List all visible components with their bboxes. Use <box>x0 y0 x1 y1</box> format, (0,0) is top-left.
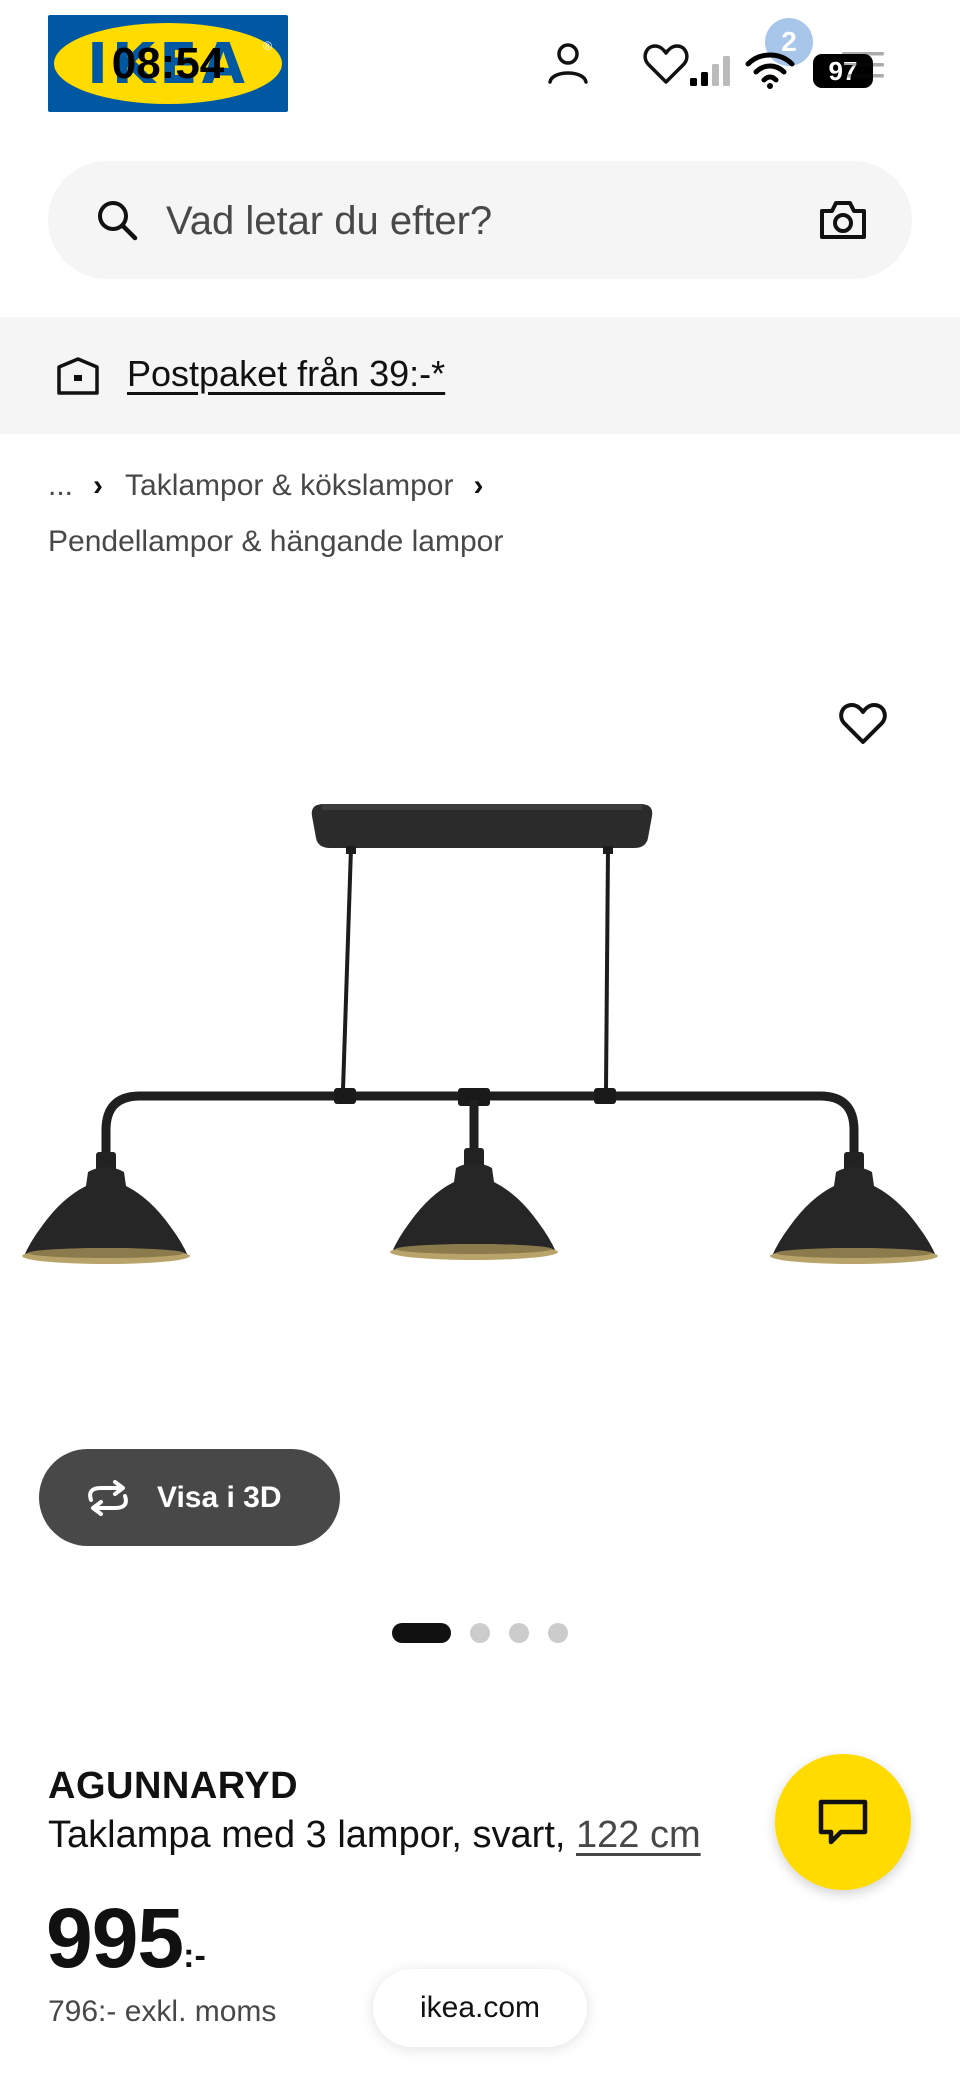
cellular-signal-icon <box>690 56 730 86</box>
carousel-dot-3[interactable] <box>509 1623 529 1643</box>
lamp-shade-middle <box>390 1148 558 1260</box>
breadcrumb-ellipsis[interactable]: ... <box>48 469 73 503</box>
view-in-3d-label: Visa i 3D <box>157 1480 282 1514</box>
breadcrumb-item-pendant-lamps[interactable]: Pendellampor & hängande lampor <box>48 525 503 559</box>
product-image[interactable] <box>0 790 960 1450</box>
view-in-3d-button[interactable]: Visa i 3D <box>39 1449 340 1546</box>
search-icon <box>98 201 138 241</box>
product-description-text: Taklampa med 3 lampor, svart, <box>48 1814 566 1856</box>
user-icon[interactable] <box>542 38 594 90</box>
promo-banner[interactable]: Postpaket från 39:-* <box>0 317 960 434</box>
price-suffix: :- <box>183 1937 206 1975</box>
camera-icon[interactable] <box>818 197 868 243</box>
image-carousel-indicator[interactable] <box>392 1623 587 1643</box>
breadcrumb: ... › Taklampor & kökslampor › Pendellam… <box>48 465 505 558</box>
status-time: 08:54 <box>111 39 225 88</box>
favorite-heart-icon[interactable] <box>836 696 890 750</box>
product-size-link[interactable]: 122 cm <box>576 1814 701 1856</box>
chevron-right-icon: › <box>473 469 484 502</box>
lamp-shade-right <box>770 1152 938 1264</box>
heart-icon[interactable] <box>640 38 692 90</box>
product-price: 995:- <box>46 1890 206 1986</box>
promo-link[interactable]: Postpaket från 39:-* <box>127 353 445 395</box>
browser-url-pill[interactable]: ikea.com <box>373 1969 587 2047</box>
lamp-shade-left <box>22 1152 190 1264</box>
search-input[interactable]: Vad letar du efter? <box>166 199 492 244</box>
carousel-dot-1[interactable] <box>392 1623 451 1643</box>
search-bar[interactable]: Vad letar du efter? <box>48 161 912 279</box>
breadcrumb-item-ceiling-lamps[interactable]: Taklampor & kökslampor <box>125 469 453 503</box>
carousel-dot-4[interactable] <box>548 1623 568 1643</box>
parcel-icon <box>57 357 99 395</box>
wifi-icon <box>745 52 795 89</box>
chevron-right-icon: › <box>93 469 104 502</box>
menu-icon[interactable] <box>842 50 884 80</box>
product-description: Taklampa med 3 lampor, svart, 122 cm <box>48 1814 701 1857</box>
product-name: AGUNNARYD <box>48 1765 299 1807</box>
price-value: 995 <box>46 1891 184 1985</box>
rotate-3d-icon <box>88 1479 128 1516</box>
carousel-dot-2[interactable] <box>470 1623 490 1643</box>
price-excl-vat: 796:- exkl. moms <box>48 1995 277 2028</box>
chat-icon <box>818 1799 868 1845</box>
chat-button[interactable] <box>775 1754 911 1890</box>
